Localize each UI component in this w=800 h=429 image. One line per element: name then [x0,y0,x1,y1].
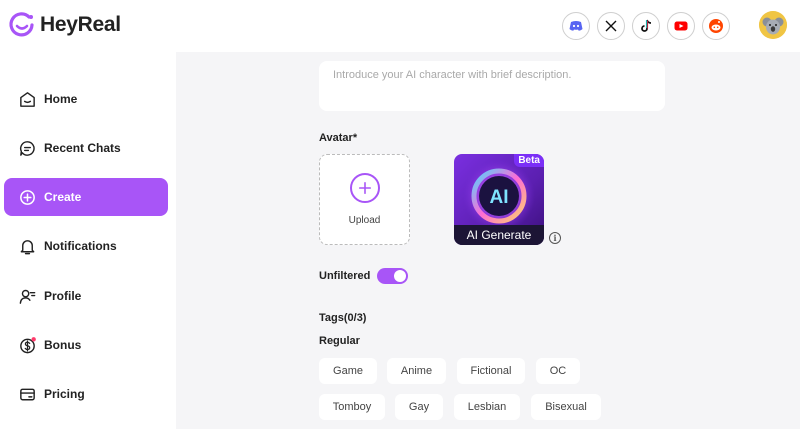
sidebar-item-label: Recent Chats [44,141,121,155]
tags-label: Tags(0/3) [319,312,367,324]
brand-name: HeyReal [40,13,121,36]
tag-fictional[interactable]: Fictional [457,358,525,384]
unfiltered-toggle[interactable] [377,268,408,284]
reddit-icon [709,19,723,33]
info-icon[interactable]: i [549,232,561,244]
sidebar-item-notifications[interactable]: Notifications [4,227,168,265]
tag-oc[interactable]: OC [536,358,580,384]
ai-generate-button[interactable]: AI Beta AI Generate [454,154,544,245]
user-avatar[interactable] [759,11,787,39]
plus-icon [349,173,380,203]
social-links [562,12,737,40]
upload-label: Upload [348,215,381,226]
tag-tomboy[interactable]: Tomboy [319,394,385,420]
sidebar-item-pricing[interactable]: Pricing [4,375,168,413]
description-textarea[interactable]: Introduce your AI character with brief d… [319,61,665,111]
sidebar-item-home[interactable]: Home [4,80,168,118]
toggle-knob [394,270,406,282]
youtube-link[interactable] [667,12,695,40]
sidebar-item-bonus[interactable]: Bonus [4,326,168,364]
x-icon [605,20,617,32]
ai-logo-text: AI [490,187,509,208]
bell-icon [18,237,37,256]
create-form: Introduce your AI character with brief d… [176,52,800,429]
sidebar: Home Recent Chats Create Notifications P… [0,52,176,429]
avatar-label: Avatar* [319,132,358,144]
profile-icon [18,287,37,306]
sidebar-item-recent-chats[interactable]: Recent Chats [4,129,168,167]
heyreal-logo-icon [9,12,34,37]
dollar-icon [18,336,37,355]
discord-link[interactable] [562,12,590,40]
ai-generate-label: AI Generate [454,225,544,245]
chat-icon [18,139,37,158]
tag-gay[interactable]: Gay [395,394,443,420]
tag-bisexual[interactable]: Bisexual [531,394,601,420]
description-placeholder: Introduce your AI character with brief d… [333,69,572,81]
card-icon [18,385,37,404]
koala-avatar-icon [759,11,787,39]
youtube-icon [674,21,688,31]
sidebar-item-label: Create [44,190,82,204]
tag-anime[interactable]: Anime [387,358,446,384]
x-link[interactable] [597,12,625,40]
beta-badge: Beta [514,154,544,167]
reddit-link[interactable] [702,12,730,40]
tag-game[interactable]: Game [319,358,377,384]
regular-label: Regular [319,335,360,347]
tiktok-icon [641,19,652,32]
sidebar-item-profile[interactable]: Profile [4,277,168,315]
tiktok-link[interactable] [632,12,660,40]
sidebar-item-label: Bonus [44,338,82,352]
sidebar-item-label: Pricing [44,387,85,401]
sidebar-item-label: Profile [44,289,82,303]
tag-lesbian[interactable]: Lesbian [454,394,520,420]
sidebar-item-label: Notifications [44,239,117,253]
home-icon [18,90,37,109]
avatar-upload-button[interactable]: Upload [319,154,410,245]
top-header: HeyReal [0,0,800,52]
sidebar-item-create[interactable]: Create [4,178,168,216]
brand-logo[interactable]: HeyReal [8,11,121,39]
discord-icon [569,21,583,31]
unfiltered-label: Unfiltered [319,270,371,282]
plus-circle-icon [18,188,37,207]
sidebar-item-label: Home [44,92,78,106]
